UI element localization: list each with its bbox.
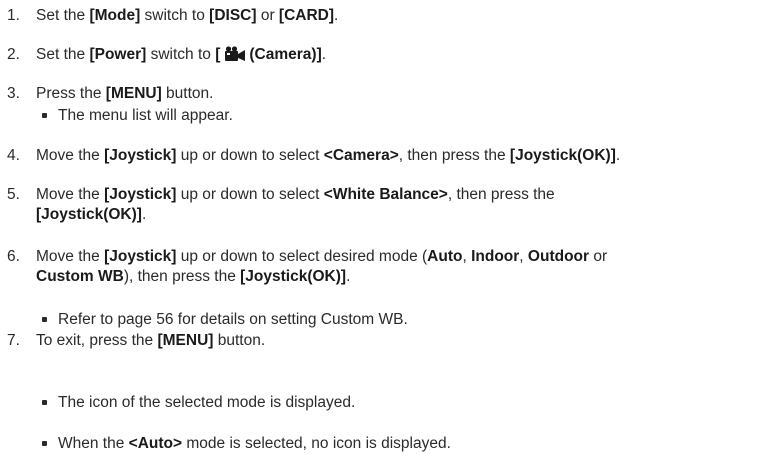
camera-label: (Camera)] [249,46,322,63]
text: . [141,206,147,223]
step-number: 6. [7,248,20,265]
joystick-ok-label: [Joystick(OK)] [509,147,616,164]
text: Set the [36,7,90,24]
instruction-document: 1. Set the [Mode] switch to [DISC] or [C… [0,0,761,452]
text: . [334,7,339,24]
card-label: [CARD] [278,7,335,24]
bracket: [ [215,46,221,63]
step-text: Move the [Joystick] up or down to select… [36,146,755,166]
bullet-text: When the [58,435,129,452]
bullet-text: Refer to page 56 for details on setting … [58,311,408,328]
step-number: 4. [7,147,20,164]
menu-label: [MENU] [105,85,162,102]
text: Press the [36,85,106,102]
power-label: [Power] [89,46,147,63]
bullet-icon [42,441,47,446]
menu-label: [MENU] [157,332,214,349]
step-text: Set the [Mode] switch to [DISC] or [CARD… [36,6,755,26]
bullet-icon [42,317,47,322]
auto-mode-label: <Auto> [128,435,183,452]
bullet-text: The menu list will appear. [58,107,233,124]
text: switch to [146,46,216,63]
joystick-label: [Joystick] [104,186,177,203]
text: up or down to select [176,147,324,164]
text: button. [213,332,266,349]
text: or [589,248,608,265]
text: . [615,147,621,164]
step-text: Set the [Power] switch to [ (Camera)]. [36,45,755,68]
joystick-label: [Joystick] [104,248,177,265]
bullet-icon [42,400,47,405]
text: Move the [36,248,105,265]
custom-wb-label: Custom WB [36,268,124,285]
text: button. [161,85,214,102]
step-number: 1. [7,7,20,24]
text: , [519,248,528,265]
camera-icon [224,46,246,68]
step-number: 2. [7,46,20,63]
text: , then press the [398,147,510,164]
bullet-text: The icon of the selected mode is display… [58,394,356,411]
disc-label: [DISC] [209,7,257,24]
text: switch to [140,7,210,24]
text: , then press the [447,186,555,203]
step-number: 3. [7,85,20,102]
text: Move the [36,147,105,164]
bullet-item: When the <Auto> mode is selected, no ico… [0,434,761,454]
bullet-icon [42,113,47,118]
bullet-item: The icon of the selected mode is display… [0,393,761,413]
text: To exit, press the [36,332,158,349]
text: , [462,248,472,265]
step-text: To exit, press the [MENU] button. [36,331,755,351]
text: up or down to select desired mode ( [176,248,428,265]
text: or [256,7,279,24]
step-text: Move the [Joystick] up or down to select… [36,185,755,225]
text: Move the [36,186,105,203]
text: up or down to select [176,186,324,203]
outdoor-label: Outdoor [527,248,590,265]
joystick-label: [Joystick] [104,147,177,164]
camera-menu-label: <Camera> [323,147,399,164]
step-text: Press the [MENU] button. [36,84,755,104]
step-number: 7. [7,332,20,349]
joystick-ok-label: [Joystick(OK)] [36,206,142,223]
text: . [346,268,351,285]
mode-label: [Mode] [89,7,141,24]
white-balance-label: <White Balance> [323,186,448,203]
step-number: 5. [7,186,20,203]
joystick-ok-label: [Joystick(OK)] [240,268,347,285]
step-text: Move the [Joystick] up or down to select… [36,247,755,287]
text: ), then press the [123,268,241,285]
bullet-item: Refer to page 56 for details on setting … [0,310,761,330]
auto-label: Auto [427,248,463,265]
indoor-label: Indoor [471,248,520,265]
text: Set the [36,46,90,63]
bullet-item: The menu list will appear. [0,106,761,126]
bullet-text: mode is selected, no icon is displayed. [182,435,451,452]
text: . [321,46,327,63]
